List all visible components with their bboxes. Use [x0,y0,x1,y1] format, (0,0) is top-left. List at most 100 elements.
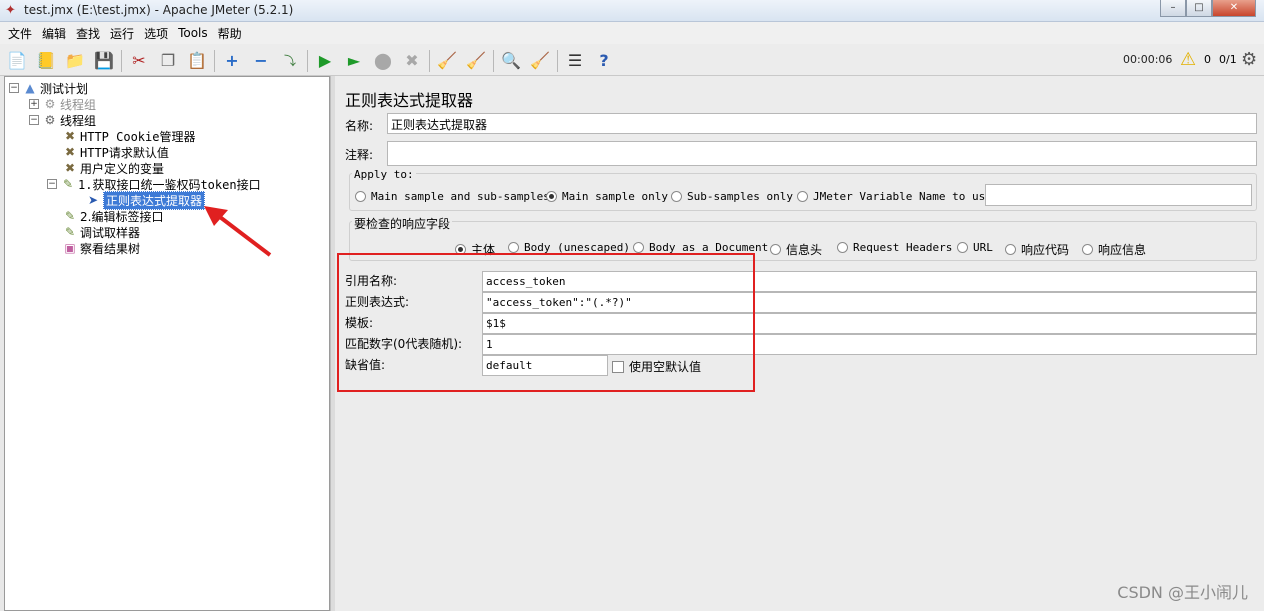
jmeter-variable-input[interactable] [985,184,1252,206]
apply-to-title: Apply to: [352,168,416,181]
tree-item-label: 用户定义的变量 [80,161,165,176]
radio-request-headers[interactable]: Request Headers [837,241,952,254]
radio-dot-selected [546,191,557,202]
title-bar: ✦ test.jmx (E:\test.jmx) - Apache JMeter… [0,0,1264,22]
radio-dot [957,242,968,253]
menu-help[interactable]: 帮助 [214,25,246,42]
panel-title: 正则表达式提取器 [345,91,474,110]
function-helper-icon[interactable]: ☰ [564,50,586,72]
toolbar-separator [493,50,494,72]
tree-item-cookie-manager[interactable]: ✖ HTTP Cookie管理器 [62,128,196,144]
clear-icon[interactable]: 🧹 [436,50,458,72]
menu-file[interactable]: 文件 [4,25,36,42]
maximize-button[interactable]: □ [1186,0,1212,17]
radio-response-code[interactable]: 响应代码 [1005,241,1069,258]
menu-tools[interactable]: Tools [174,26,212,40]
save-icon[interactable]: 💾 [93,50,115,72]
radio-sub-only[interactable]: Sub-samples only [671,190,793,203]
radio-dot [797,191,808,202]
menu-options[interactable]: 选项 [140,25,172,42]
toolbar: 📄 📒 📁 💾 ✂ ❐ 📋 + − ⤵ ▶ ► ⬤ ✖ 🧹 🧹 🔍 🧹 ☰ ? … [0,44,1264,76]
collapse-icon[interactable]: − [250,50,272,72]
toolbar-separator [557,50,558,72]
collapse-toggle-icon[interactable]: − [29,115,39,125]
tree-item-thread-group-disabled[interactable]: + ⚙ 线程组 [29,96,96,112]
new-icon[interactable]: 📄 [6,50,28,72]
tree-item-regex-extractor[interactable]: ➤ 正则表达式提取器 [85,190,206,210]
field-to-check-title: 要检查的响应字段 [352,215,453,232]
radio-jmeter-variable[interactable]: JMeter Variable Name to use [797,190,992,203]
copy-icon[interactable]: ❐ [157,50,179,72]
radio-label: 响应信息 [1098,243,1147,257]
tree-item-label: 调试取样器 [80,225,141,240]
elapsed-timer: 00:00:06 [1123,53,1173,66]
radio-main-only[interactable]: Main sample only [546,190,668,203]
radio-dot [355,191,366,202]
tree-item-label: 线程组 [60,97,97,112]
toggle-icon[interactable]: ⤵ [279,50,301,72]
menu-bar: 文件 编辑 查找 运行 选项 Tools 帮助 [0,22,1264,44]
help-icon[interactable]: ? [593,50,615,72]
test-plan-icon: ▲ [25,81,35,95]
tree-item-http-defaults[interactable]: ✖ HTTP请求默认值 [62,144,169,160]
warning-icon[interactable]: ⚠ [1180,49,1196,70]
thread-group-icon: ⚙ [44,113,56,127]
cut-icon[interactable]: ✂ [128,50,150,72]
radio-label: 响应代码 [1021,243,1070,257]
shutdown-icon[interactable]: ✖ [401,50,423,72]
radio-dot [770,244,781,255]
radio-label: Main sample only [562,190,668,203]
start-no-pause-icon[interactable]: ► [343,50,365,72]
radio-url[interactable]: URL [957,241,993,254]
collapse-toggle-icon[interactable]: − [47,179,57,189]
stop-icon[interactable]: ⬤ [372,50,394,72]
radio-dot [1005,244,1016,255]
tree-item-edit-tag-request[interactable]: ✎ 2.编辑标签接口 [62,208,163,224]
tree-item-label: HTTP Cookie管理器 [80,129,196,144]
test-plan-tree[interactable]: − ▲ 测试计划 + ⚙ 线程组 − ⚙ 线程组 ✖ HTTP Cookie管理… [4,76,330,611]
expand-icon[interactable]: + [221,50,243,72]
templates-icon[interactable]: 📒 [35,50,57,72]
close-button[interactable]: ✕ [1212,0,1256,17]
radio-response-message[interactable]: 响应信息 [1082,241,1146,258]
tree-item-thread-group[interactable]: − ⚙ 线程组 [29,112,96,128]
radio-main-and-sub[interactable]: Main sample and sub-samples [355,190,550,203]
name-input[interactable]: 正则表达式提取器 [387,113,1257,134]
tree-item-debug-sampler[interactable]: ✎ 调试取样器 [62,224,140,240]
open-icon[interactable]: 📁 [64,50,86,72]
watermark: CSDN @王小闹儿 [1117,583,1248,602]
expand-toggle-icon[interactable]: + [29,99,39,109]
minimize-button[interactable]: – [1160,0,1186,17]
extractor-icon: ➤ [87,193,99,207]
tree-item-test-plan[interactable]: − ▲ 测试计划 [9,80,88,96]
tree-item-label: 测试计划 [40,81,89,96]
remote-icon[interactable]: ⚙ [1241,49,1257,70]
warning-count: 0 [1204,53,1211,66]
reset-search-icon[interactable]: 🧹 [529,50,551,72]
annotation-arrow-icon [204,206,272,257]
radio-label: Sub-samples only [687,190,793,203]
menu-run[interactable]: 运行 [106,25,138,42]
clear-all-icon[interactable]: 🧹 [465,50,487,72]
search-icon[interactable]: 🔍 [500,50,522,72]
thread-group-icon: ⚙ [44,97,56,111]
radio-label: URL [973,241,993,254]
tree-item-results-tree[interactable]: ▣ 察看结果树 [62,240,140,256]
tree-item-label: 线程组 [60,113,97,128]
menu-edit[interactable]: 编辑 [38,25,70,42]
radio-dot [1082,244,1093,255]
active-threads: 0/1 [1219,53,1237,66]
config-icon: ✖ [64,129,76,143]
radio-label: Request Headers [853,241,953,254]
window-title: test.jmx (E:\test.jmx) - Apache JMeter (… [24,3,294,17]
sampler-icon: ✎ [64,225,76,239]
radio-headers[interactable]: 信息头 [770,241,822,258]
tree-item-user-variables[interactable]: ✖ 用户定义的变量 [62,160,164,176]
comment-input[interactable] [387,141,1257,166]
jmeter-feather-icon: ✦ [5,3,16,18]
start-icon[interactable]: ▶ [314,50,336,72]
collapse-toggle-icon[interactable]: − [9,83,19,93]
paste-icon[interactable]: 📋 [186,50,208,72]
menu-search[interactable]: 查找 [72,25,104,42]
tree-item-label: HTTP请求默认值 [80,145,169,160]
